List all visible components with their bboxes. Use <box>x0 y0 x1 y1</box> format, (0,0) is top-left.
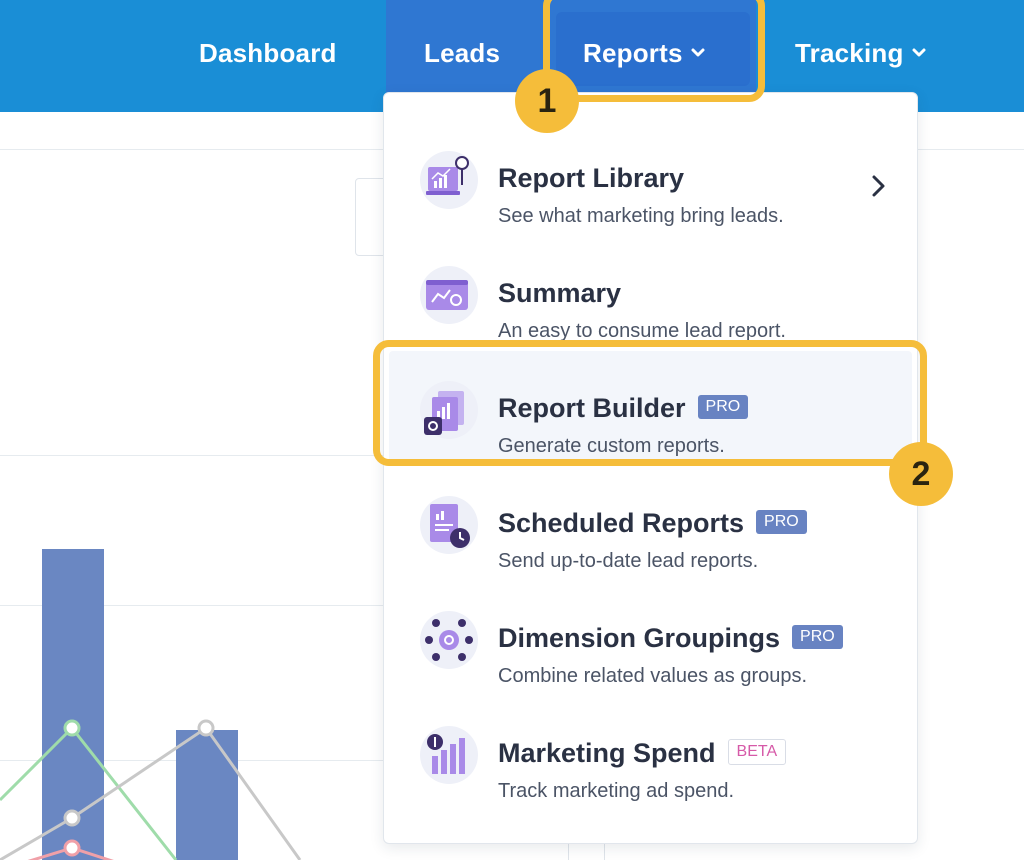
menu-item-report-library[interactable]: Report Library See what marketing bring … <box>384 113 917 227</box>
menu-item-dimension-groupings[interactable]: Dimension Groupings PRO Combine related v… <box>384 573 917 687</box>
menu-item-title: Summary <box>498 278 622 308</box>
chart-point <box>63 839 81 857</box>
pro-badge: PRO <box>756 509 807 534</box>
menu-item-summary[interactable]: Summary An easy to consume lead report. <box>384 228 917 342</box>
highlight-frame-reports <box>543 0 765 102</box>
report-library-icon <box>420 151 478 209</box>
menu-item-title: Report Library <box>498 163 685 193</box>
chart-point <box>63 809 81 827</box>
menu-item-description: Send up-to-date lead reports. <box>498 550 759 572</box>
menu-item-title-text: Scheduled Reports <box>498 508 745 538</box>
menu-item-description: Combine related values as groups. <box>498 665 808 687</box>
menu-item-title-text: Marketing Spend <box>498 738 716 768</box>
menu-item-title: Dimension Groupings PRO <box>498 623 843 654</box>
menu-item-title-text: Dimension Groupings <box>498 623 781 653</box>
background-divider <box>604 844 605 860</box>
background-chart <box>0 549 302 860</box>
chevron-down-icon <box>912 48 926 57</box>
menu-item-marketing-spend[interactable]: Marketing Spend BETA Track marketing ad s… <box>384 688 917 802</box>
summary-icon <box>420 266 478 324</box>
nav-dashboard[interactable]: Dashboard <box>199 0 337 112</box>
chevron-right-icon <box>872 175 885 197</box>
step-marker-1: 1 <box>515 69 579 133</box>
reports-dropdown-menu: Report Library See what marketing bring … <box>383 92 918 844</box>
chart-point <box>197 719 215 737</box>
menu-item-title: Marketing Spend BETA <box>498 738 787 769</box>
background-divider <box>568 844 569 860</box>
dimension-groupings-icon <box>420 611 478 669</box>
menu-item-scheduled-reports[interactable]: Scheduled Reports PRO Send up-to-date lea… <box>384 458 917 572</box>
chart-point <box>63 719 81 737</box>
pro-badge: PRO <box>792 624 843 649</box>
beta-badge: BETA <box>727 738 787 765</box>
menu-item-description: See what marketing bring leads. <box>498 205 784 227</box>
highlight-frame-report-builder <box>373 340 927 466</box>
chart-bar <box>176 730 238 860</box>
marketing-spend-icon <box>420 726 478 784</box>
scheduled-reports-icon <box>420 496 478 554</box>
step-marker-2: 2 <box>889 442 953 506</box>
menu-item-description: Track marketing ad spend. <box>498 780 735 802</box>
nav-tracking-label: Tracking <box>795 38 904 68</box>
menu-item-title: Scheduled Reports PRO <box>498 508 807 539</box>
